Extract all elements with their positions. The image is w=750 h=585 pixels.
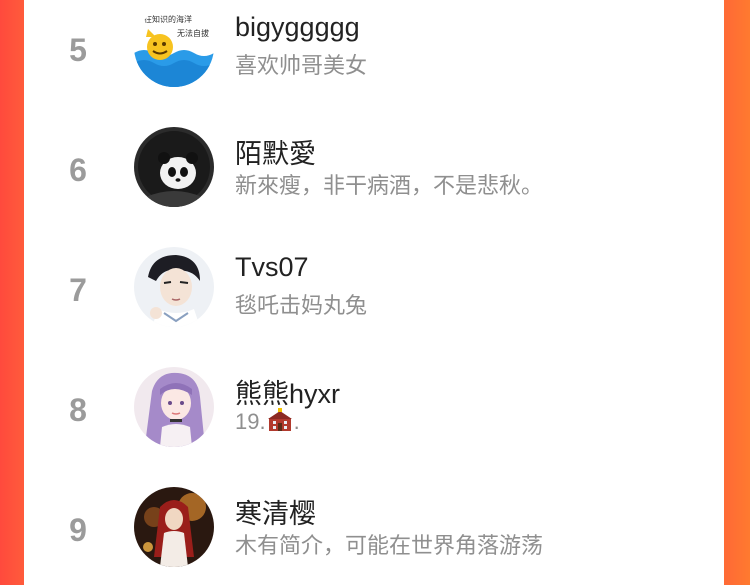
avatar[interactable]: [134, 127, 214, 207]
bio-suffix: .: [293, 409, 300, 434]
user-name[interactable]: 寒清樱: [235, 492, 316, 531]
user-bio: 木有简介，可能在世界角落游荡: [235, 533, 544, 558]
rank-number: 6: [69, 152, 87, 188]
user-bio: 新來瘦，非干病酒，不是悲秋。: [235, 173, 544, 198]
rank-number: 9: [69, 512, 87, 548]
user-bio: 19..: [235, 408, 300, 438]
user-bio: 喜欢帅哥美女: [235, 53, 368, 78]
list-item[interactable]: 5 在知识的海洋 无法自拔 bigyggggg 喜欢帅哥美女: [24, 0, 724, 100]
user-name[interactable]: bigyggggg: [235, 12, 360, 43]
user-name[interactable]: 陌默愛: [235, 132, 316, 171]
user-bio: 毯吒击妈丸兔: [235, 293, 368, 318]
avatar[interactable]: [134, 487, 214, 567]
user-name[interactable]: 熊熊hyxr: [235, 372, 340, 411]
avatar-text-1: 在知识的海洋: [144, 14, 192, 24]
avatar-text-2: 无法自拔: [177, 28, 209, 38]
list-item[interactable]: 9 寒清樱 木有简介，可能在世界角落游荡: [24, 480, 724, 580]
rank-number: 7: [69, 272, 87, 308]
avatar[interactable]: 在知识的海洋 无法自拔: [134, 7, 214, 87]
list-item[interactable]: 7 Tvs07 毯吒击妈丸兔: [24, 240, 724, 340]
rank-number: 8: [69, 392, 87, 428]
avatar[interactable]: [134, 367, 214, 447]
school-building-icon: [267, 408, 293, 438]
user-name[interactable]: Tvs07: [235, 252, 309, 283]
avatar[interactable]: [134, 247, 214, 327]
rank-number: 5: [69, 32, 87, 68]
list-item[interactable]: 6 陌默愛 新來瘦，非干病酒，不是悲秋。: [24, 120, 724, 220]
list-item[interactable]: 8 熊熊hyxr 19..: [24, 360, 724, 460]
ranking-list: 5 在知识的海洋 无法自拔 bigyggggg 喜欢帅哥美女 6 陌默愛 新來瘦…: [24, 0, 724, 585]
bio-prefix: 19.: [235, 409, 266, 434]
